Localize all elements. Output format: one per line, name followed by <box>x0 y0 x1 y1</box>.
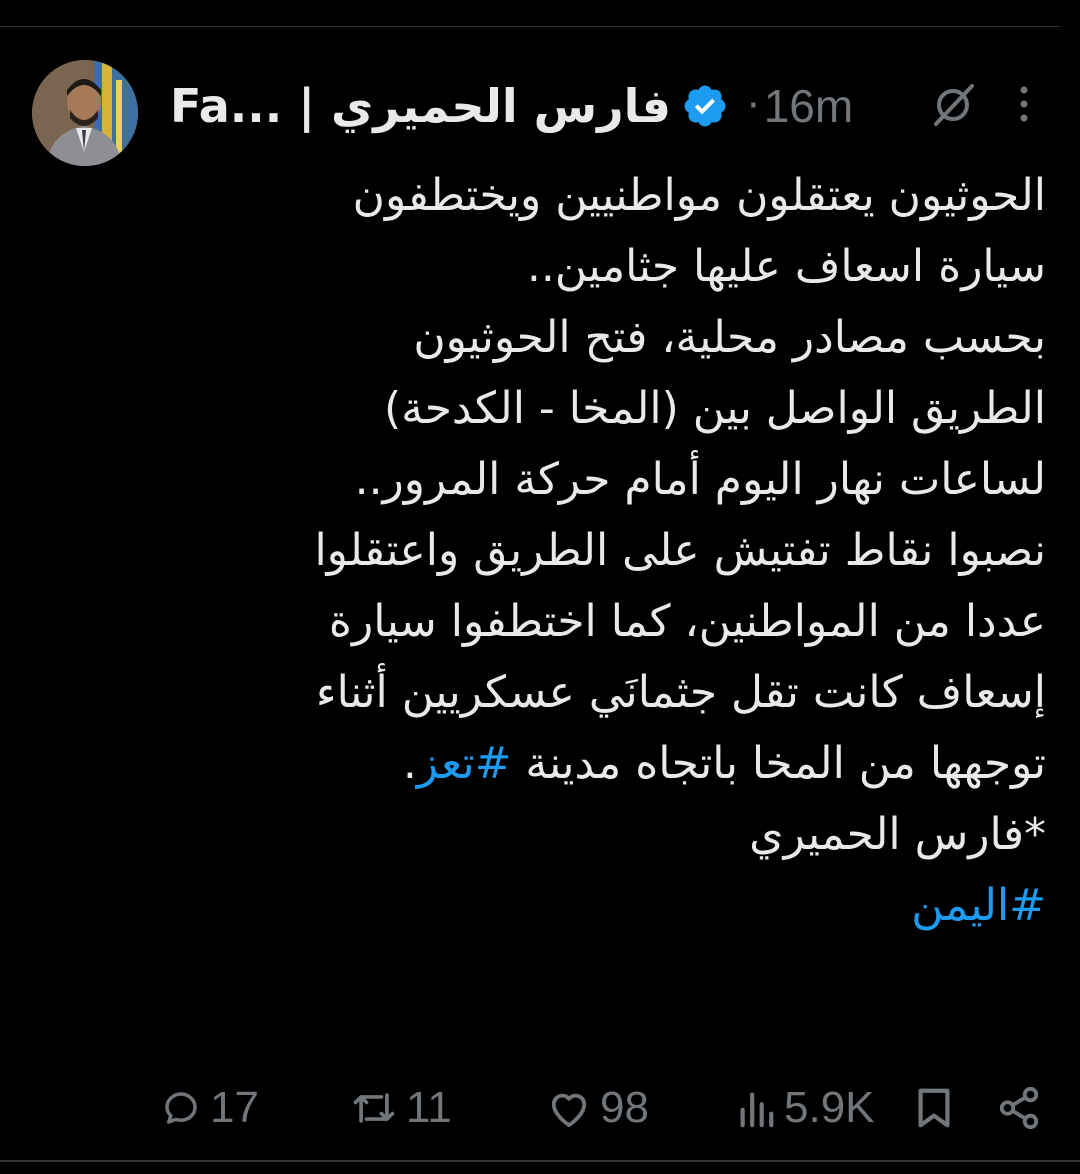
tweet-text-line: الطريق الواصل بين (المخا - الكدحة) <box>383 383 1046 434</box>
separator-dot: · <box>746 83 760 129</box>
top-divider <box>0 26 1060 27</box>
hashtag-taiz-link[interactable]: #تعز <box>417 738 512 789</box>
hashtag-yemen-link[interactable]: #اليمن <box>170 870 1046 941</box>
tweet-text-segment: . <box>402 738 417 789</box>
views-icon <box>740 1092 774 1128</box>
views-count: 5.9K <box>784 1083 875 1132</box>
repost-button[interactable]: 11 <box>350 1078 452 1138</box>
reply-button[interactable]: 17 <box>160 1078 259 1138</box>
like-count: 98 <box>600 1083 649 1132</box>
share-button[interactable] <box>996 1078 1050 1138</box>
display-name[interactable]: Fa... | فارس الحميري <box>170 79 671 133</box>
tweet-text-line: نصبوا نقاط تفتيش على الطريق واعتقلوا <box>314 525 1046 576</box>
like-icon <box>551 1093 587 1128</box>
tweet-text-segment: توجهها من المخا باتجاه مدينة <box>511 738 1046 789</box>
tweet-text-line: سيارة اسعاف عليها جثامين.. <box>526 241 1046 292</box>
tweet-header: Fa... | فارس الحميري · 16m <box>170 74 853 138</box>
verified-badge-icon <box>681 82 729 130</box>
repost-icon <box>353 1093 395 1123</box>
bookmark-icon <box>918 1088 950 1128</box>
share-icon <box>999 1086 1039 1130</box>
avatar[interactable] <box>32 60 138 166</box>
like-button[interactable]: 98 <box>546 1078 649 1138</box>
tweet-text: الحوثيون يعتقلون مواطنيين ويختطفون سيارة… <box>170 160 1046 941</box>
repost-count: 11 <box>406 1083 452 1132</box>
more-options-icon[interactable] <box>1008 82 1040 126</box>
tweet-text-line-with-hashtag: توجهها من المخا باتجاه مدينة #تعز. <box>170 728 1046 799</box>
grok-icon[interactable] <box>928 80 978 130</box>
bottom-divider <box>0 1160 1080 1162</box>
reply-icon <box>165 1092 197 1124</box>
tweet-text-line: بحسب مصادر محلية، فتح الحوثيون <box>413 312 1046 363</box>
reply-count: 17 <box>210 1083 259 1132</box>
tweet-text-line: لساعات نهار اليوم أمام حركة المرور.. <box>354 454 1046 505</box>
tweet-signature: *فارس الحميري <box>749 809 1046 860</box>
bookmark-button[interactable] <box>914 1078 962 1138</box>
views-button[interactable]: 5.9K <box>736 1078 875 1138</box>
tweet-text-line: إسعاف كانت تقل جثمانَي عسكريين أثناء <box>315 667 1046 718</box>
action-bar: 17 11 98 5.9K <box>0 1078 1080 1138</box>
tweet-text-line: عددا من المواطنين، كما اختطفوا سيارة <box>328 596 1046 647</box>
tweet-text-line: الحوثيون يعتقلون مواطنيين ويختطفون <box>352 170 1046 221</box>
timestamp[interactable]: 16m <box>764 79 853 133</box>
